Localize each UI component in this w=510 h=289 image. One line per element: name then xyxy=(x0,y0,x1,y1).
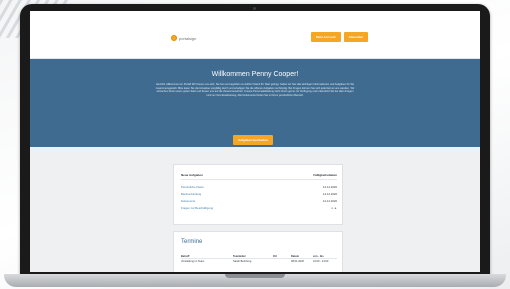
task-label[interactable]: Fragen zur Beschäftigung xyxy=(181,206,213,210)
col-team-lead: Teamleiter xyxy=(233,254,246,258)
task-row[interactable]: Dokumente 14.12.2020 xyxy=(181,199,337,203)
edit-tasks-button[interactable]: Aufgaben bearbeiten xyxy=(233,135,273,145)
logo-text: portalsign xyxy=(179,35,197,41)
appointments-title: Termine xyxy=(181,239,203,245)
task-row[interactable]: Fragen zur Beschäftigung n. a. xyxy=(181,206,337,210)
cell-time: 10:00 - 14:00 xyxy=(313,260,329,263)
task-label[interactable]: Dokumente xyxy=(181,199,195,203)
welcome-banner: Willkommen Penny Cooper! Herzlich willko… xyxy=(30,59,480,147)
task-date: 14.12.2020 xyxy=(323,192,337,196)
cell-team-lead: Sarah Bernburg xyxy=(233,260,252,263)
logo-icon xyxy=(171,35,177,41)
welcome-text: Herzlich willkommen im Portal! Wir freue… xyxy=(155,83,355,97)
my-account-button[interactable]: Mein Account xyxy=(311,32,341,42)
welcome-title: Willkommen Penny Cooper! xyxy=(211,71,299,78)
col-time: von - bis xyxy=(313,254,324,258)
screen: portalsign Mein Account Abmelden Willkom… xyxy=(30,11,480,272)
task-date: 14.12.2020 xyxy=(323,199,337,203)
task-label[interactable]: Persönliche Daten xyxy=(181,185,204,189)
cell-subject: Vorstellung im Team xyxy=(181,260,205,263)
tasks-card: Neue Aufgaben Fälligkeitsdatum Persönlic… xyxy=(173,164,343,225)
tasks-column-due: Fälligkeitsdatum xyxy=(313,173,337,177)
col-location: Ort xyxy=(273,254,277,258)
appointments-card: Termine Betreff Teamleiter Ort Datum von… xyxy=(173,231,343,272)
header-buttons: Mein Account Abmelden xyxy=(311,32,369,42)
task-date: n. a. xyxy=(331,206,337,210)
col-date: Datum xyxy=(291,254,300,258)
task-row[interactable]: Persönliche Daten 14.12.2020 xyxy=(181,185,337,189)
logo[interactable]: portalsign xyxy=(171,35,196,41)
col-subject: Betreff xyxy=(181,254,190,258)
cell-date: 08.01.2020 xyxy=(291,260,304,263)
tasks-header: Neue Aufgaben Fälligkeitsdatum xyxy=(181,173,337,180)
site-header: portalsign Mein Account Abmelden xyxy=(30,11,480,59)
task-row[interactable]: Bankverbindung 14.12.2020 xyxy=(181,192,337,196)
tasks-column-task: Neue Aufgaben xyxy=(181,173,203,177)
task-date: 14.12.2020 xyxy=(323,185,337,189)
laptop-notch xyxy=(225,274,285,278)
appointments-table: Betreff Teamleiter Ort Datum von - bis V… xyxy=(181,254,337,264)
logout-button[interactable]: Abmelden xyxy=(343,32,369,42)
task-label[interactable]: Bankverbindung xyxy=(181,192,201,196)
table-row[interactable]: Vorstellung im Team Sarah Bernburg 08.01… xyxy=(181,259,337,264)
camera-dot xyxy=(253,7,256,10)
